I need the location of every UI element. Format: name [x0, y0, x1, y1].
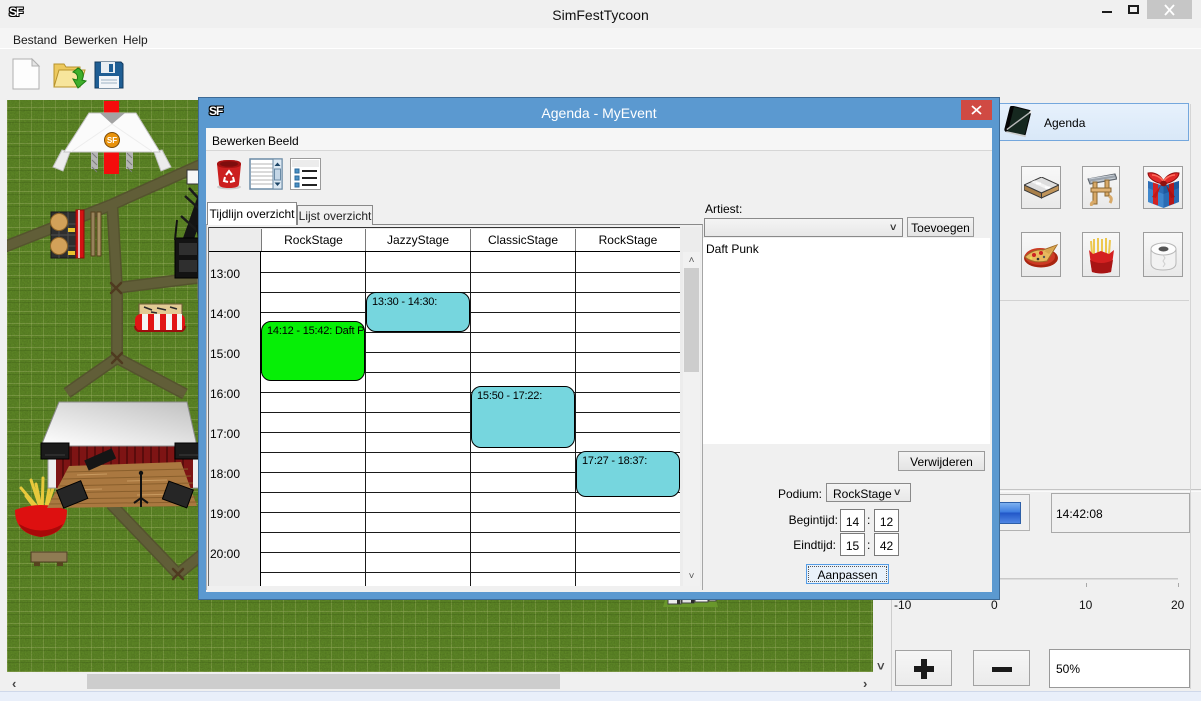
svg-text:SF: SF — [107, 136, 117, 145]
